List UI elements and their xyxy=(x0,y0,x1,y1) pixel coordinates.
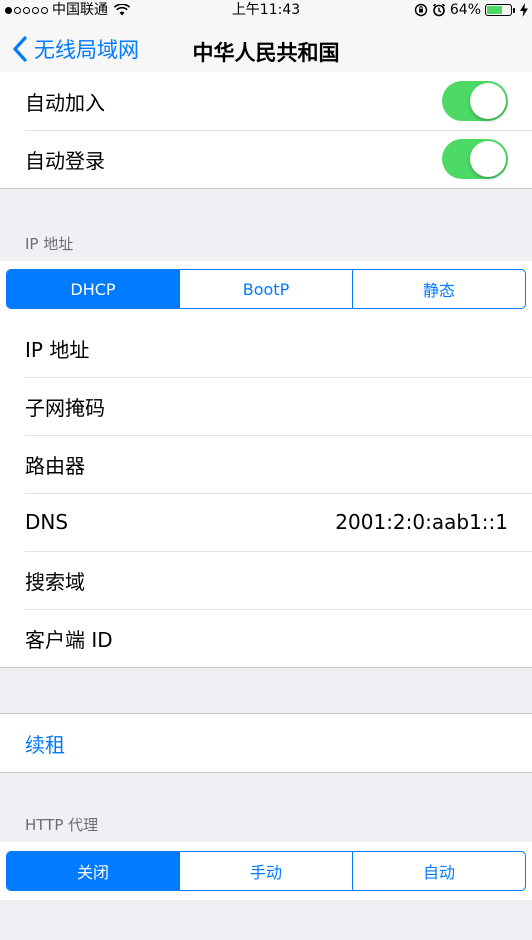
auto-login-label: 自动登录 xyxy=(25,148,105,173)
router-row: 路由器 xyxy=(0,435,532,493)
auto-settings-section: 自动加入 自动登录 xyxy=(0,72,532,189)
ip-section-header: IP 地址 xyxy=(25,235,74,253)
navigation-bar: 无线局域网 中华人民共和国 xyxy=(0,20,532,80)
search-domain-row[interactable]: 搜索域 xyxy=(0,551,532,609)
dns-row[interactable]: DNS 2001:2:0:aab1::1 xyxy=(0,493,532,551)
segment-bootp[interactable]: BootP xyxy=(179,270,352,308)
status-bar: 中国联通 上午11:43 64% xyxy=(0,0,532,20)
status-right: 64% xyxy=(414,0,528,20)
subnet-mask-row: 子网掩码 xyxy=(0,377,532,435)
alarm-icon xyxy=(432,3,445,17)
client-id-label: 客户端 ID xyxy=(25,627,113,652)
auto-login-row: 自动登录 xyxy=(0,130,532,188)
ip-address-row: IP 地址 xyxy=(0,319,532,377)
auto-join-row: 自动加入 xyxy=(0,72,532,130)
ip-address-label: IP 地址 xyxy=(25,337,90,362)
http-proxy-section-header: HTTP 代理 xyxy=(25,816,99,834)
ip-details-section: IP 地址 子网掩码 路由器 DNS 2001:2:0:aab1::1 搜索域 … xyxy=(0,319,532,668)
page-title: 中华人民共和国 xyxy=(192,41,340,65)
client-id-row[interactable]: 客户端 ID xyxy=(0,609,532,667)
renew-lease-button[interactable]: 续租 xyxy=(0,714,532,772)
segment-proxy-manual[interactable]: 手动 xyxy=(179,852,352,890)
auto-join-toggle[interactable] xyxy=(442,81,508,121)
battery-percent: 64% xyxy=(449,2,481,18)
segment-dhcp[interactable]: DHCP xyxy=(7,270,179,308)
http-proxy-wrap: 关闭 手动 自动 xyxy=(0,842,532,900)
renew-lease-section: 续租 xyxy=(0,713,532,773)
subnet-mask-label: 子网掩码 xyxy=(25,395,105,420)
battery-icon xyxy=(485,4,515,16)
ip-mode-wrap: DHCP BootP 静态 xyxy=(0,261,532,319)
ip-mode-segmented-control: DHCP BootP 静态 xyxy=(6,269,526,309)
router-label: 路由器 xyxy=(25,453,85,478)
battery-fill xyxy=(487,6,502,14)
search-domain-label: 搜索域 xyxy=(25,569,85,594)
dns-value: 2001:2:0:aab1::1 xyxy=(335,510,508,534)
dns-label: DNS xyxy=(25,510,69,534)
rotation-lock-icon xyxy=(414,3,428,17)
http-proxy-segmented-control: 关闭 手动 自动 xyxy=(6,851,526,891)
segment-proxy-off[interactable]: 关闭 xyxy=(7,852,179,890)
renew-lease-label: 续租 xyxy=(25,732,65,757)
segment-static[interactable]: 静态 xyxy=(352,270,525,308)
segment-proxy-auto[interactable]: 自动 xyxy=(352,852,525,890)
auto-join-label: 自动加入 xyxy=(25,90,105,115)
charging-bolt-icon xyxy=(520,3,528,17)
auto-login-toggle[interactable] xyxy=(442,139,508,179)
